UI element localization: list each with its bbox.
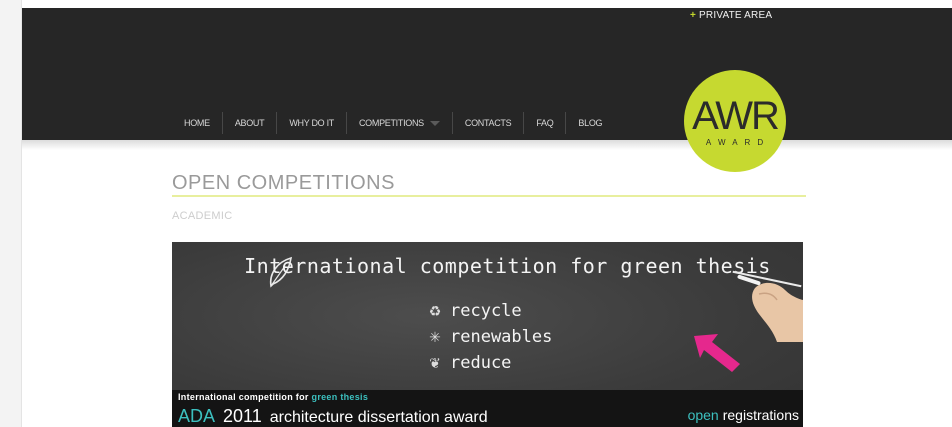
- wind-turbine-icon: ✳: [429, 328, 441, 345]
- main-nav: HOME ABOUT WHY DO IT COMPETITIONS CONTAC…: [176, 112, 614, 134]
- browser-frame-left: [0, 0, 22, 427]
- reduce-icon: ❦: [429, 354, 441, 371]
- nav-contacts[interactable]: CONTACTS: [451, 112, 523, 134]
- strip-subtitle-accent: green thesis: [311, 392, 369, 402]
- registration-status[interactable]: open registrations: [688, 407, 799, 423]
- section-heading: ACADEMIC: [172, 210, 233, 222]
- registration-label: registrations: [722, 407, 799, 423]
- private-area-link[interactable]: + PRIVATE AREA: [690, 10, 772, 21]
- competition-banner[interactable]: International competition for green thes…: [172, 242, 803, 427]
- logo-subtext: AWARD: [705, 137, 771, 147]
- nav-competitions[interactable]: COMPETITIONS: [345, 112, 452, 134]
- registration-open: open: [687, 407, 719, 423]
- banner-bullet-list: ♻ recycle ✳ renewables ❦ reduce: [424, 298, 553, 376]
- strip-ada: ADA: [178, 406, 216, 426]
- strip-subtitle-text: International competition for: [178, 392, 309, 402]
- pink-arrow-icon: [694, 334, 740, 372]
- title-divider: [172, 195, 806, 197]
- strip-award-name: architecture dissertation award: [269, 409, 488, 426]
- bullet-recycle: ♻ recycle: [424, 298, 552, 324]
- site-header: + PRIVATE AREA HOME ABOUT WHY DO IT COMPE…: [22, 8, 952, 140]
- strip-subtitle: International competition for green thes…: [178, 392, 368, 402]
- nav-competitions-label: COMPETITIONS: [358, 118, 424, 128]
- bullet-label: renewables: [450, 327, 553, 347]
- nav-blog[interactable]: BLOG: [565, 112, 614, 134]
- nav-about[interactable]: ABOUT: [221, 112, 277, 134]
- chevron-down-icon: [429, 121, 440, 127]
- bullet-label: recycle: [450, 301, 522, 321]
- nav-why-do-it[interactable]: WHY DO IT: [276, 112, 346, 134]
- hand-with-chalk-image: [737, 274, 803, 342]
- bullet-renewables: ✳ renewables: [424, 324, 552, 350]
- nav-faq[interactable]: FAQ: [523, 112, 565, 134]
- awr-logo[interactable]: AWR AWARD: [684, 70, 786, 172]
- strip-year: 2011: [223, 406, 262, 426]
- bullet-label: reduce: [450, 353, 512, 373]
- header-shadow: [22, 140, 952, 150]
- recycle-icon: ♻: [428, 302, 442, 319]
- private-area-label: PRIVATE AREA: [699, 10, 773, 21]
- page-title: OPEN COMPETITIONS: [172, 172, 395, 194]
- nav-home[interactable]: HOME: [176, 112, 222, 134]
- bullet-reduce: ❦ reduce: [424, 350, 552, 376]
- logo-text: AWR: [692, 93, 780, 138]
- plus-icon: +: [690, 10, 697, 21]
- strip-title: ADA 2011 architecture dissertation award: [178, 406, 488, 427]
- banner-headline: International competition for green thes…: [244, 254, 771, 278]
